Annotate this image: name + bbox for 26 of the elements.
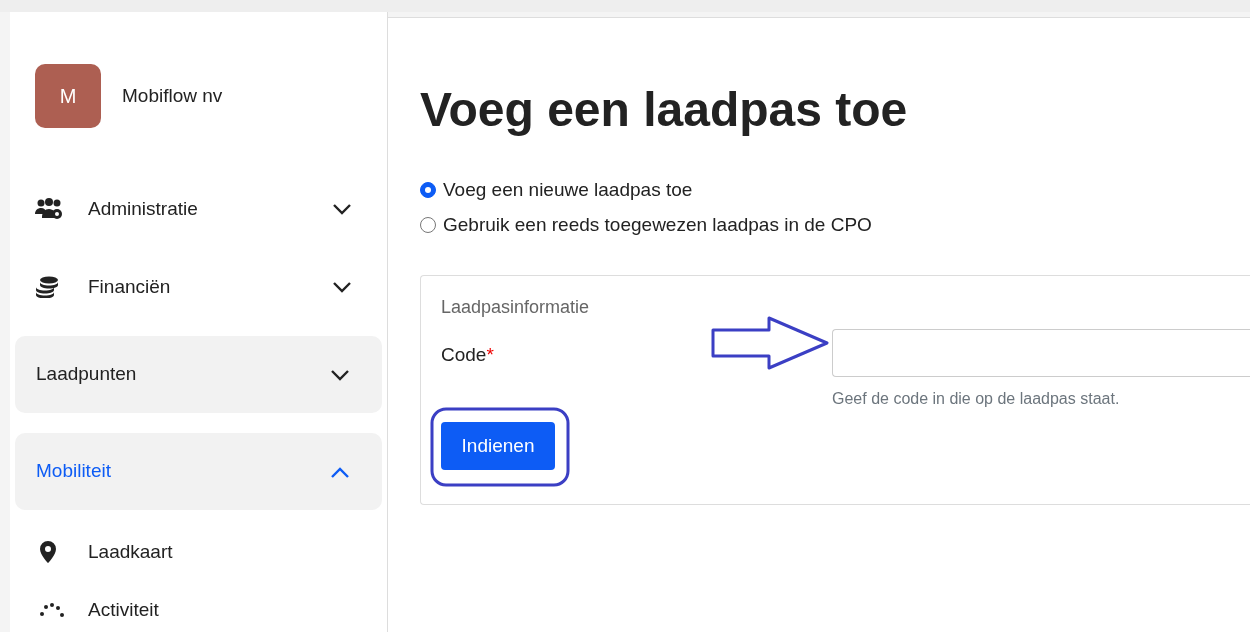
menu-item[interactable]: Laadkaart — [15, 530, 382, 574]
help-text: Geef de code in die op de laadpas staat. — [832, 389, 1121, 409]
menu-item[interactable]: Administratie — [15, 180, 382, 238]
chevron-down-icon — [332, 281, 352, 293]
section-legend: Laadpasinformatie — [441, 294, 1250, 321]
map-pin-icon — [40, 541, 56, 563]
page-title: Voeg een laadpas toe — [420, 82, 909, 138]
chevron-down-icon — [332, 203, 352, 215]
menu-item[interactable]: Financiën — [15, 258, 382, 316]
code-input-field[interactable] — [832, 329, 1250, 377]
radio-label: Gebruik een reeds toegewezen laadpas in de CPO — [443, 212, 872, 237]
menu-group[interactable]: Laadpunten — [15, 336, 382, 413]
submit-button[interactable]: Indienen — [441, 422, 555, 470]
radio-label: Voeg een nieuwe laadpas toe — [443, 178, 693, 202]
radio-button[interactable] — [420, 216, 436, 233]
users-gear-icon — [35, 198, 63, 220]
field-label: Code* — [441, 344, 494, 365]
chevron-down-icon — [330, 368, 350, 381]
menu-item[interactable]: Activiteit — [15, 588, 382, 632]
avatar: M — [35, 64, 101, 128]
radio-button[interactable] — [420, 182, 436, 199]
coins-icon — [35, 276, 59, 298]
dots-icon — [40, 603, 64, 617]
chevron-up-icon — [330, 465, 350, 478]
account-name: Mobiflow nv — [122, 83, 223, 108]
menu-group[interactable]: Mobiliteit — [15, 433, 382, 510]
